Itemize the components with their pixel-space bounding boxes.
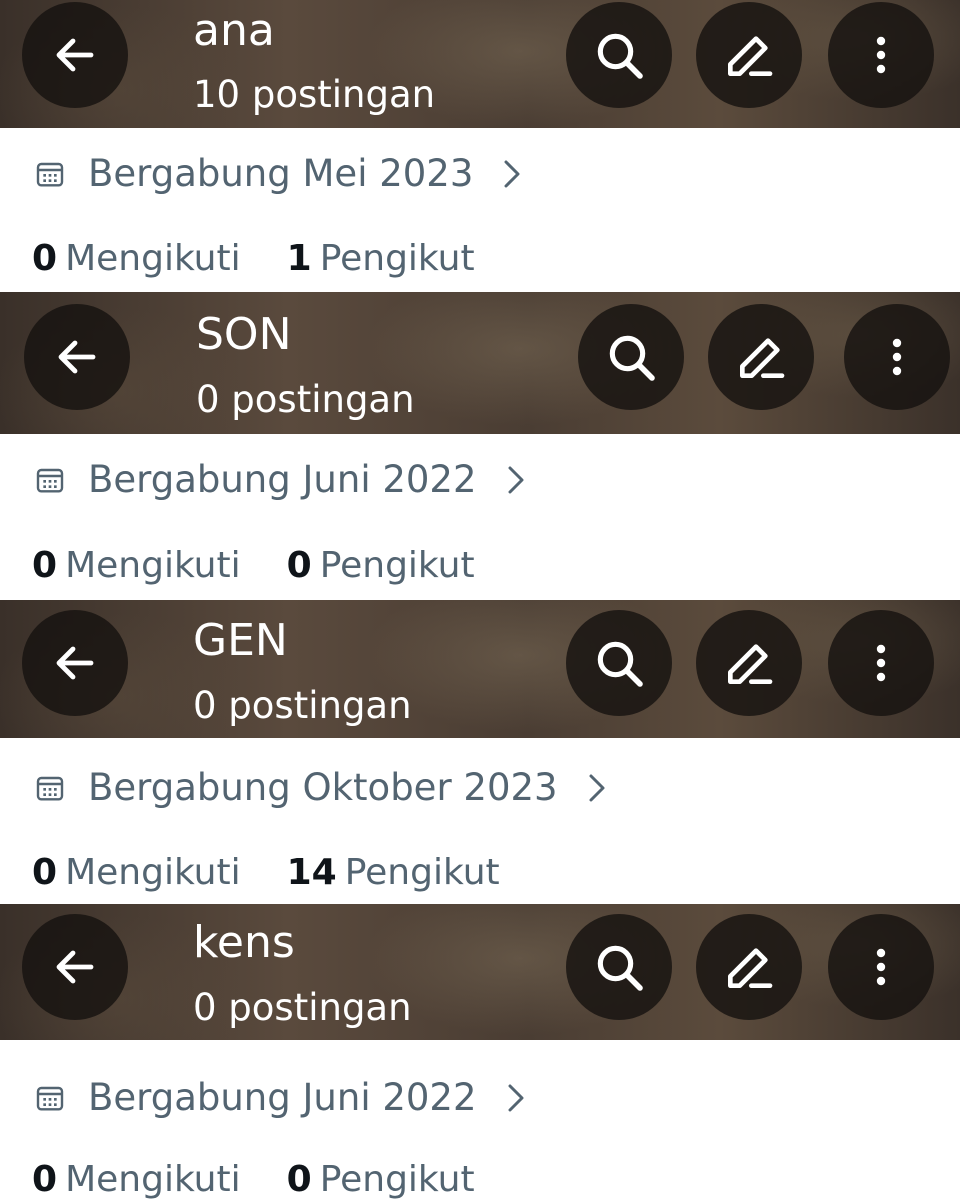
following-link[interactable]: 0 Mengikuti — [32, 851, 241, 895]
calendar-icon — [36, 776, 64, 801]
following-count: 0 — [32, 238, 58, 279]
following-count: 0 — [32, 545, 58, 586]
chevron-right-icon — [589, 774, 605, 802]
followers-count: 1 — [286, 238, 312, 279]
profile-card-kens: kens 0 postingan Bergabung Juni 2022 0 Me… — [0, 904, 960, 1200]
arrow-left-icon — [56, 38, 94, 72]
profile-name: GEN — [193, 615, 288, 666]
back-button[interactable] — [22, 914, 128, 1020]
pencil-icon — [728, 948, 773, 988]
following-count: 0 — [32, 1159, 58, 1200]
more-button[interactable] — [828, 914, 934, 1020]
followers-label: Pengikut — [319, 545, 475, 586]
profile-card-ana: ana 10 postingan Bergabung Mei 2023 0 Men… — [0, 0, 960, 292]
more-button[interactable] — [828, 610, 934, 716]
chevron-right-icon — [504, 160, 520, 188]
more-vertical-icon — [892, 338, 902, 376]
calendar-icon — [36, 1086, 64, 1111]
profile-header: GEN 0 postingan — [0, 600, 960, 738]
post-count: 0 postingan — [196, 378, 415, 421]
join-date-row[interactable]: Bergabung Mei 2023 — [34, 152, 523, 196]
pencil-icon — [728, 644, 773, 684]
calendar-icon — [36, 162, 64, 187]
follow-stats: 0 Mengikuti 0 Pengikut — [32, 544, 475, 588]
join-date-text: Bergabung Juni 2022 — [88, 1076, 477, 1119]
join-date-text: Bergabung Mei 2023 — [88, 152, 474, 195]
profile-header: kens 0 postingan — [0, 904, 960, 1040]
profile-card-son: SON 0 postingan Bergabung Juni 2022 0 Men… — [0, 292, 960, 600]
chevron-right-icon — [508, 1084, 524, 1112]
search-icon — [597, 641, 643, 687]
back-button[interactable] — [22, 610, 128, 716]
following-label: Mengikuti — [65, 1159, 241, 1200]
following-label: Mengikuti — [65, 238, 241, 279]
edit-button[interactable] — [696, 2, 802, 108]
followers-link[interactable]: 1 Pengikut — [287, 237, 475, 281]
follow-stats: 0 Mengikuti 0 Pengikut — [32, 1158, 475, 1202]
followers-link[interactable]: 0 Pengikut — [287, 1158, 475, 1202]
search-icon — [597, 33, 643, 79]
more-button[interactable] — [844, 304, 950, 410]
following-label: Mengikuti — [65, 545, 241, 586]
post-count: 0 postingan — [193, 986, 412, 1029]
more-vertical-icon — [876, 948, 886, 986]
followers-link[interactable]: 0 Pengikut — [287, 544, 475, 588]
following-link[interactable]: 0 Mengikuti — [32, 544, 241, 588]
more-vertical-icon — [876, 36, 886, 74]
join-date-row[interactable]: Bergabung Juni 2022 — [34, 1076, 527, 1120]
follow-stats: 0 Mengikuti 14 Pengikut — [32, 851, 500, 895]
followers-label: Pengikut — [344, 852, 500, 893]
post-count: 0 postingan — [193, 684, 412, 727]
following-link[interactable]: 0 Mengikuti — [32, 237, 241, 281]
pencil-icon — [728, 36, 773, 76]
search-button[interactable] — [566, 610, 672, 716]
search-button[interactable] — [566, 2, 672, 108]
edit-button[interactable] — [696, 914, 802, 1020]
profile-name: SON — [196, 309, 292, 360]
profile-header: SON 0 postingan — [0, 292, 960, 434]
edit-button[interactable] — [696, 610, 802, 716]
back-button[interactable] — [24, 304, 130, 410]
profile-name: ana — [193, 5, 275, 56]
followers-count: 14 — [286, 852, 337, 893]
following-count: 0 — [32, 852, 58, 893]
back-button[interactable] — [22, 2, 128, 108]
chevron-right-icon — [508, 466, 524, 494]
followers-label: Pengikut — [319, 238, 475, 279]
more-button[interactable] — [828, 2, 934, 108]
arrow-left-icon — [56, 646, 94, 680]
following-link[interactable]: 0 Mengikuti — [32, 1158, 241, 1202]
profile-name: kens — [193, 917, 295, 968]
edit-button[interactable] — [708, 304, 814, 410]
calendar-icon — [36, 468, 64, 493]
join-date-text: Bergabung Juni 2022 — [88, 458, 477, 501]
search-icon — [609, 335, 655, 381]
join-date-text: Bergabung Oktober 2023 — [88, 766, 558, 809]
profile-header: ana 10 postingan — [0, 0, 960, 128]
arrow-left-icon — [56, 950, 94, 984]
followers-count: 0 — [286, 1159, 312, 1200]
search-icon — [597, 945, 643, 991]
arrow-left-icon — [58, 340, 96, 374]
following-label: Mengikuti — [65, 852, 241, 893]
pencil-icon — [740, 338, 785, 378]
search-button[interactable] — [566, 914, 672, 1020]
join-date-row[interactable]: Bergabung Juni 2022 — [34, 458, 527, 502]
followers-link[interactable]: 14 Pengikut — [287, 851, 500, 895]
followers-count: 0 — [286, 545, 312, 586]
post-count: 10 postingan — [193, 73, 436, 116]
follow-stats: 0 Mengikuti 1 Pengikut — [32, 237, 475, 281]
more-vertical-icon — [876, 644, 886, 682]
search-button[interactable] — [578, 304, 684, 410]
profile-card-gen: GEN 0 postingan Bergabung Oktober 2023 0… — [0, 600, 960, 904]
followers-label: Pengikut — [319, 1159, 475, 1200]
join-date-row[interactable]: Bergabung Oktober 2023 — [34, 766, 608, 810]
